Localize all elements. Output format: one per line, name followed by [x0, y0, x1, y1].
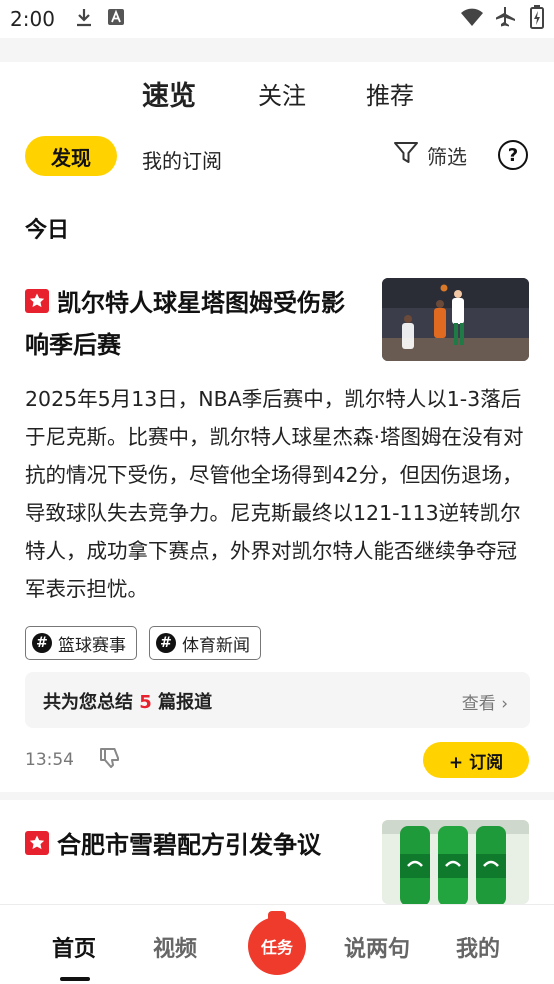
article-time: 13:54 — [25, 750, 74, 770]
thumbs-down-icon[interactable] — [98, 746, 122, 774]
article-thumbnail[interactable] — [382, 278, 529, 361]
article-tags: # 篮球赛事 # 体育新闻 — [25, 626, 261, 660]
chevron-right-icon: › — [501, 694, 508, 714]
task-label: 任务 — [260, 938, 293, 957]
nav-comments[interactable]: 说两句 — [344, 931, 410, 963]
tab-overview[interactable]: 速览 — [142, 74, 196, 113]
filter-label: 筛选 — [427, 145, 467, 169]
top-spacer — [0, 38, 554, 62]
tab-following[interactable]: 关注 — [258, 76, 306, 111]
article-title-text: 凯尔特人球星塔图姆受伤影响季后赛 — [25, 289, 345, 359]
tag-label: 体育新闻 — [182, 635, 250, 656]
subscribe-button[interactable]: + 订阅 — [423, 742, 529, 778]
nav-task-button[interactable]: 任务 — [248, 911, 306, 975]
filter-row: 发现 我的订阅 筛选 ? — [0, 136, 554, 180]
report-count: 5 — [139, 692, 152, 713]
tab-recommended[interactable]: 推荐 — [366, 76, 414, 111]
hashtag-icon: # — [32, 633, 52, 653]
nav-home[interactable]: 首页 — [52, 931, 96, 963]
article-title[interactable]: 合肥市雪碧配方引发争议 — [25, 824, 375, 866]
my-subscriptions-tab[interactable]: 我的订阅 — [142, 145, 222, 174]
discover-tab[interactable]: 发现 — [25, 136, 117, 176]
filter-button[interactable]: 筛选 — [393, 140, 467, 171]
hashtag-icon: # — [156, 633, 176, 653]
download-icon — [75, 7, 93, 32]
nav-profile[interactable]: 我的 — [456, 931, 500, 963]
filter-icon — [393, 140, 419, 171]
tag-sports-news[interactable]: # 体育新闻 — [149, 626, 261, 660]
airplane-icon — [495, 6, 518, 33]
tag-basketball[interactable]: # 篮球赛事 — [25, 626, 137, 660]
bottom-nav: 首页 视频 任务 说两句 我的 — [0, 904, 554, 984]
hot-badge-icon — [25, 289, 49, 313]
wifi-icon — [460, 7, 484, 32]
tag-label: 篮球赛事 — [58, 635, 126, 656]
nav-video[interactable]: 视频 — [153, 931, 197, 963]
article-thumbnail[interactable] — [382, 820, 529, 904]
top-tabs: 速览 关注 推荐 — [0, 70, 554, 116]
hot-badge-icon — [25, 831, 49, 855]
report-summary-bar[interactable]: 共为您总结 5 篇报道 查看 › — [25, 672, 530, 728]
article-summary: 2025年5月13日，NBA季后赛中，凯尔特人以1-3落后于尼克斯。比赛中，凯尔… — [25, 387, 524, 601]
view-link[interactable]: 查看 › — [462, 689, 508, 714]
section-title: 今日 — [25, 218, 70, 243]
active-tab-indicator — [60, 977, 90, 981]
help-icon[interactable]: ? — [498, 140, 528, 170]
report-count-text: 共为您总结 5 篇报道 — [43, 692, 213, 713]
card-divider — [0, 792, 554, 800]
article-title[interactable]: 凯尔特人球星塔图姆受伤影响季后赛 — [25, 282, 365, 366]
status-bar: 2:00 — [0, 0, 554, 38]
battery-charging-icon — [530, 4, 544, 34]
keyboard-a-icon — [107, 7, 125, 31]
status-time: 2:00 — [10, 7, 55, 31]
article-meta: 13:54 + 订阅 — [25, 742, 530, 778]
article-title-text: 合肥市雪碧配方引发争议 — [57, 831, 321, 859]
